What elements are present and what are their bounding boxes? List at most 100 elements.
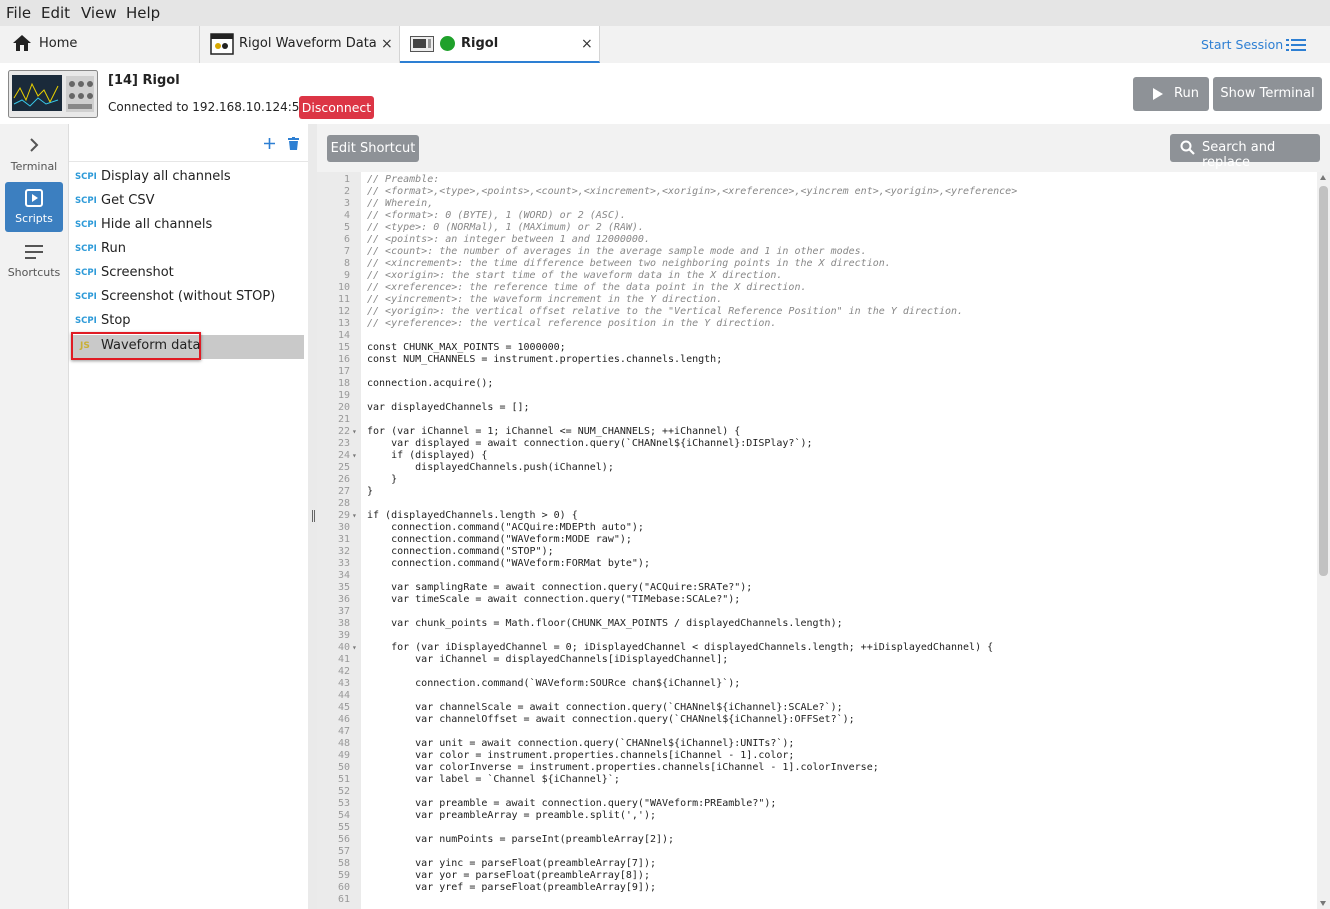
tab-rigol-waveform-data[interactable]: Rigol Waveform Data ×: [200, 26, 400, 63]
code-line[interactable]: 14: [317, 330, 1317, 342]
code-line[interactable]: 5 // <type>: 0 (NORMal), 1 (MAXimum) or 2…: [317, 222, 1317, 234]
code-line[interactable]: 51 var label = `Channel ${iChannel}`;: [317, 774, 1317, 786]
code-line[interactable]: 56 var numPoints = parseInt(preambleArra…: [317, 834, 1317, 846]
code-line[interactable]: 42: [317, 666, 1317, 678]
code-line[interactable]: 46 var channelOffset = await connection.…: [317, 714, 1317, 726]
start-session-link[interactable]: Start Session: [1201, 37, 1283, 52]
code-line[interactable]: 30 connection.command("ACQuire:MDEPth au…: [317, 522, 1317, 534]
code-line[interactable]: 41 var iChannel = displayedChannels[iDis…: [317, 654, 1317, 666]
nav-scripts[interactable]: Scripts: [5, 182, 63, 232]
menu-file[interactable]: File: [6, 4, 31, 22]
disconnect-button[interactable]: Disconnect: [299, 96, 374, 119]
code-text: // <count>: the number of averages in th…: [367, 246, 867, 257]
tab-close-icon[interactable]: ×: [381, 36, 393, 52]
code-line[interactable]: 23 var displayed = await connection.quer…: [317, 438, 1317, 450]
script-item[interactable]: SCPI Stop: [72, 310, 304, 333]
code-editor[interactable]: 1 // Preamble: 2 // <format>,<type>,<points…: [317, 172, 1330, 909]
line-number: 36: [337, 594, 350, 605]
code-line[interactable]: 3 // Wherein,: [317, 198, 1317, 210]
code-line[interactable]: 48 var unit = await connection.query(`CH…: [317, 738, 1317, 750]
code-line[interactable]: 21: [317, 414, 1317, 426]
code-line[interactable]: 34: [317, 570, 1317, 582]
code-line[interactable]: 39: [317, 630, 1317, 642]
vertical-scrollbar[interactable]: [1317, 172, 1330, 909]
script-item-selected[interactable]: JS Waveform data: [71, 332, 304, 360]
code-line[interactable]: 2 // <format>,<type>,<points>,<count>,<xi…: [317, 186, 1317, 198]
code-line[interactable]: 6 // <points>: an integer between 1 and 1…: [317, 234, 1317, 246]
code-line[interactable]: 31 connection.command("WAVeform:MODE raw…: [317, 534, 1317, 546]
code-line[interactable]: 18 connection.acquire();: [317, 378, 1317, 390]
nav-shortcuts[interactable]: Shortcuts: [5, 238, 63, 288]
code-line[interactable]: 28: [317, 498, 1317, 510]
code-line[interactable]: 33 connection.command("WAVeform:FORMat b…: [317, 558, 1317, 570]
code-line[interactable]: 36 var timeScale = await connection.quer…: [317, 594, 1317, 606]
code-line[interactable]: 19: [317, 390, 1317, 402]
search-replace-button[interactable]: Search and replace: [1170, 134, 1320, 170]
fold-arrow-icon[interactable]: ▾: [352, 450, 357, 462]
code-line[interactable]: 25 displayedChannels.push(iChannel);: [317, 462, 1317, 474]
show-terminal-button[interactable]: Show Terminal: [1213, 77, 1322, 111]
code-line[interactable]: 58 var yinc = parseFloat(preambleArray[7…: [317, 858, 1317, 870]
code-line[interactable]: 17: [317, 366, 1317, 378]
fold-arrow-icon[interactable]: ▾: [352, 642, 357, 654]
code-line[interactable]: 22 ▾ for (var iChannel = 1; iChannel <= NU…: [317, 426, 1317, 438]
code-line[interactable]: 29 ▾ if (displayedChannels.length > 0) {: [317, 510, 1317, 522]
code-line[interactable]: 59 var yor = parseFloat(preambleArray[8]…: [317, 870, 1317, 882]
edit-shortcut-button[interactable]: Edit Shortcut: [327, 135, 419, 162]
code-line[interactable]: 1 // Preamble:: [317, 174, 1317, 186]
tab-rigol[interactable]: Rigol ×: [400, 26, 600, 63]
script-item[interactable]: SCPI Get CSV: [72, 190, 304, 213]
script-item[interactable]: SCPI Display all channels: [72, 166, 304, 189]
menu-view[interactable]: View: [81, 4, 117, 22]
menu-help[interactable]: Help: [126, 4, 160, 22]
code-line[interactable]: 44: [317, 690, 1317, 702]
code-line[interactable]: 16 const NUM_CHANNELS = instrument.proper…: [317, 354, 1317, 366]
code-line[interactable]: 54 var preambleArray = preamble.split(',…: [317, 810, 1317, 822]
code-line[interactable]: 43 connection.command(`WAVeform:SOURce c…: [317, 678, 1317, 690]
code-line[interactable]: 57: [317, 846, 1317, 858]
code-line[interactable]: 49 var color = instrument.properties.cha…: [317, 750, 1317, 762]
code-line[interactable]: 40 ▾ for (var iDisplayedChannel = 0; iDis…: [317, 642, 1317, 654]
list-menu-icon[interactable]: [1286, 39, 1306, 51]
code-line[interactable]: 4 // <format>: 0 (BYTE), 1 (WORD) or 2 (A…: [317, 210, 1317, 222]
delete-script-icon[interactable]: [288, 137, 299, 150]
script-item[interactable]: SCPI Screenshot (without STOP): [72, 286, 304, 309]
code-line[interactable]: 37: [317, 606, 1317, 618]
script-item[interactable]: SCPI Run: [72, 238, 304, 261]
scrollbar-thumb[interactable]: [1319, 186, 1328, 576]
tab-home[interactable]: Home: [0, 26, 200, 63]
code-line[interactable]: 7 // <count>: the number of averages in t…: [317, 246, 1317, 258]
nav-terminal[interactable]: Terminal: [5, 134, 63, 184]
code-line[interactable]: 12 // <yorigin>: the vertical offset rela…: [317, 306, 1317, 318]
code-line[interactable]: 15 const CHUNK_MAX_POINTS = 1000000;: [317, 342, 1317, 354]
code-line[interactable]: 20 var displayedChannels = [];: [317, 402, 1317, 414]
script-item[interactable]: SCPI Screenshot: [72, 262, 304, 285]
code-line[interactable]: 60 var yref = parseFloat(preambleArray[9…: [317, 882, 1317, 894]
code-line[interactable]: 61: [317, 894, 1317, 906]
run-button[interactable]: Run: [1133, 77, 1209, 111]
code-line[interactable]: 9 // <xorigin>: the start time of the wav…: [317, 270, 1317, 282]
code-line[interactable]: 55: [317, 822, 1317, 834]
code-line[interactable]: 11 // <yincrement>: the waveform incremen…: [317, 294, 1317, 306]
script-item[interactable]: SCPI Hide all channels: [72, 214, 304, 237]
code-line[interactable]: 53 var preamble = await connection.query…: [317, 798, 1317, 810]
code-line[interactable]: 13 // <yreference>: the vertical referenc…: [317, 318, 1317, 330]
code-line[interactable]: 27}: [317, 486, 1317, 498]
tab-close-icon[interactable]: ×: [581, 36, 593, 52]
code-line[interactable]: 24 ▾ if (displayed) {: [317, 450, 1317, 462]
code-line[interactable]: 8 // <xincrement>: the time difference be…: [317, 258, 1317, 270]
code-line[interactable]: 35 var samplingRate = await connection.q…: [317, 582, 1317, 594]
code-line[interactable]: 50 var colorInverse = instrument.propert…: [317, 762, 1317, 774]
code-line[interactable]: 32 connection.command("STOP");: [317, 546, 1317, 558]
code-line[interactable]: 26 }: [317, 474, 1317, 486]
code-line[interactable]: 47: [317, 726, 1317, 738]
code-line[interactable]: 38 var chunk_points = Math.floor(CHUNK_M…: [317, 618, 1317, 630]
fold-arrow-icon[interactable]: ▾: [352, 426, 357, 438]
menu-edit[interactable]: Edit: [41, 4, 70, 22]
panel-splitter[interactable]: [308, 124, 317, 909]
code-line[interactable]: 10 // <xreference>: the reference time of…: [317, 282, 1317, 294]
code-line[interactable]: 52: [317, 786, 1317, 798]
code-line[interactable]: 45 var channelScale = await connection.q…: [317, 702, 1317, 714]
add-script-icon[interactable]: [264, 138, 275, 149]
fold-arrow-icon[interactable]: ▾: [352, 510, 357, 522]
